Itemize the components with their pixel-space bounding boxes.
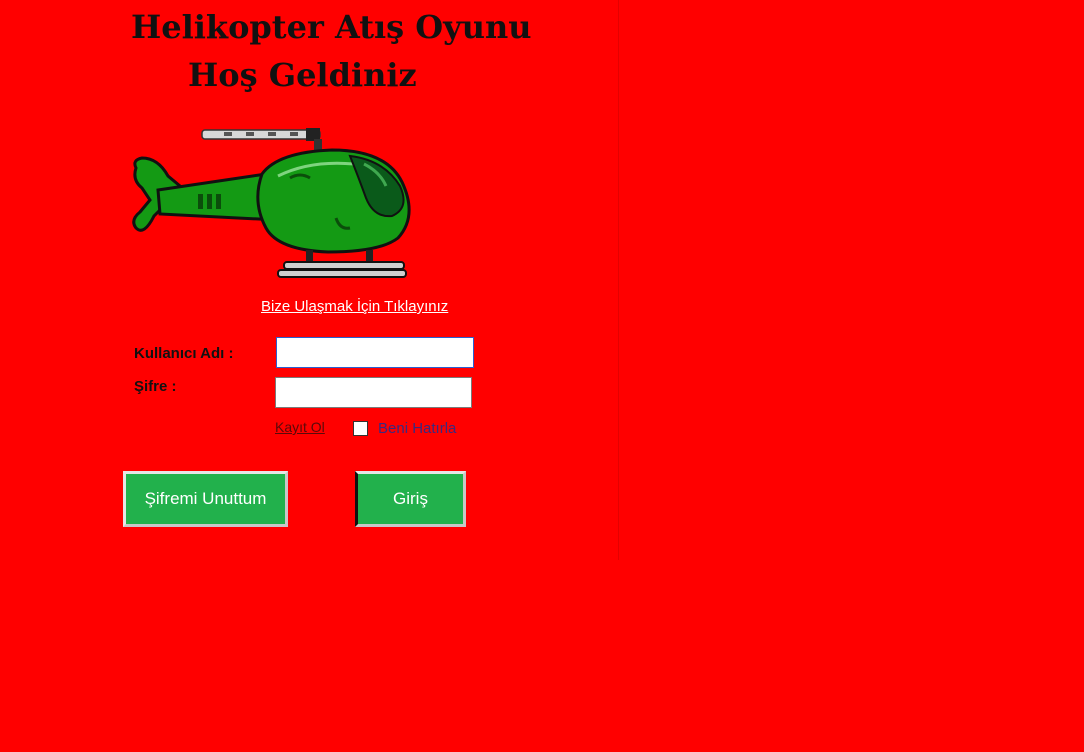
checkbox-box[interactable] <box>353 420 368 436</box>
contact-us-link[interactable]: Bize Ulaşmak İçin Tıklayınız <box>261 298 448 315</box>
welcome-subtitle: Hoş Geldiniz <box>188 56 417 94</box>
password-input[interactable] <box>275 377 472 408</box>
page-title: Helikopter Atış Oyunu <box>131 8 532 46</box>
forgot-password-button[interactable]: Şifremi Unuttum <box>123 471 288 527</box>
remember-me-checkbox[interactable]: Beni Hatırla <box>353 419 456 437</box>
helicopter-image <box>132 128 411 278</box>
username-input[interactable] <box>276 337 474 368</box>
password-label: Şifre : <box>134 378 177 395</box>
username-label: Kullanıcı Adı : <box>134 345 234 362</box>
remember-me-label: Beni Hatırla <box>378 419 457 437</box>
login-button[interactable]: Giriş <box>355 471 466 527</box>
register-link[interactable]: Kayıt Ol <box>275 419 325 435</box>
panel-divider <box>618 0 619 560</box>
